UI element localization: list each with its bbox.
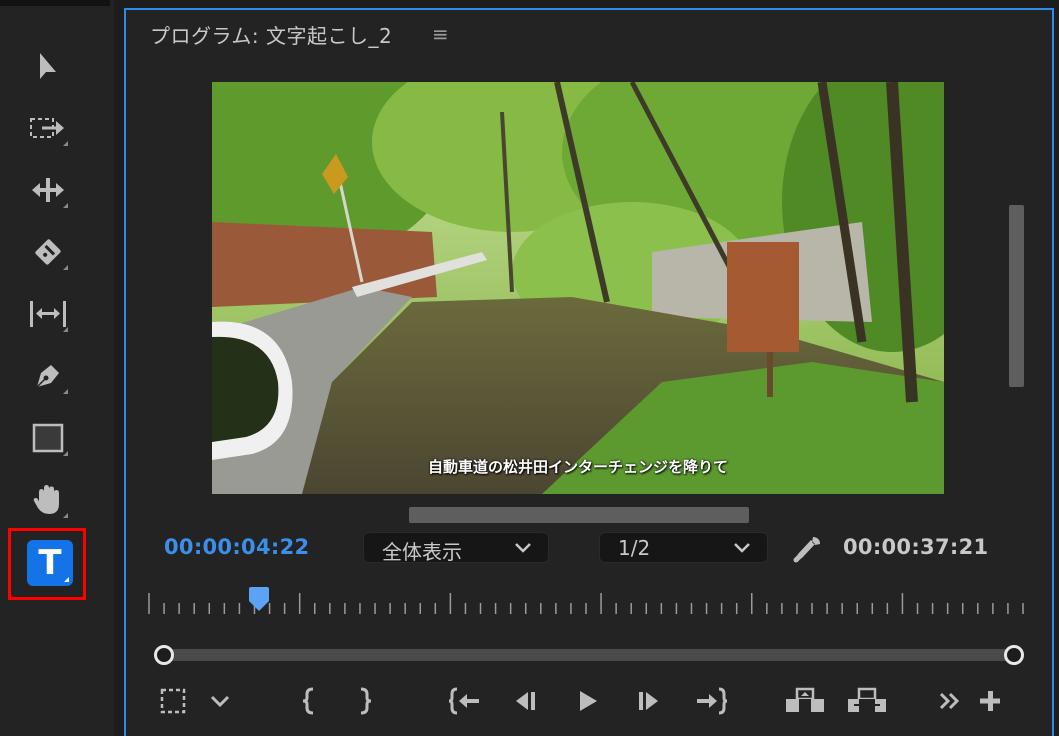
play-icon	[580, 691, 597, 711]
lift-button[interactable]	[784, 684, 826, 718]
slip-icon	[30, 301, 66, 327]
chevron-down-icon	[734, 543, 750, 553]
zoom-handle-right[interactable]	[1004, 645, 1024, 665]
rectangle-icon	[32, 423, 64, 453]
submenu-corner-icon	[63, 203, 68, 208]
playback-resolution-value: 1/2	[618, 536, 651, 560]
submenu-corner-icon	[64, 577, 69, 582]
zoom-level-select[interactable]: 全体表示	[363, 532, 549, 564]
go-to-out-icon	[697, 687, 728, 715]
vertical-scrollbar[interactable]	[1009, 205, 1024, 387]
current-timecode[interactable]: 00:00:04:22	[164, 535, 309, 559]
razor-tool[interactable]	[20, 228, 76, 276]
extract-icon	[848, 687, 886, 712]
track-select-forward-icon	[30, 118, 64, 138]
zoom-handle-left[interactable]	[154, 645, 174, 665]
mark-in-icon	[302, 687, 314, 715]
pen-tool[interactable]	[20, 352, 76, 400]
step-back-icon	[516, 692, 535, 710]
submenu-corner-icon	[63, 389, 68, 394]
lift-icon	[786, 687, 824, 712]
step-forward-button[interactable]	[632, 684, 664, 718]
extract-button[interactable]	[846, 684, 888, 718]
tools-panel-header	[0, 0, 110, 6]
type-tool-icon: T	[38, 543, 62, 583]
pen-icon	[36, 365, 59, 388]
tools-panel: T	[0, 0, 114, 736]
more-controls-button[interactable]	[936, 684, 964, 718]
chevron-down-icon	[515, 543, 531, 553]
step-back-button[interactable]	[510, 684, 542, 718]
zoom-level-value: 全体表示	[382, 540, 462, 564]
wrench-settings-icon[interactable]	[792, 534, 822, 564]
time-ruler[interactable]	[145, 590, 1025, 620]
go-to-in-icon	[448, 687, 479, 715]
subtitle-text: 自動車道の松井田インターチェンジを降りて	[427, 458, 728, 476]
ripple-edit-icon	[32, 178, 64, 202]
playhead[interactable]	[248, 587, 270, 613]
step-forward-icon	[639, 692, 658, 710]
mark-out-button[interactable]	[352, 684, 378, 718]
add-marker-icon	[160, 688, 186, 714]
duration-timecode: 00:00:37:21	[843, 535, 989, 559]
razor-icon	[35, 239, 61, 265]
selection-tool[interactable]	[20, 42, 76, 90]
playback-resolution-select[interactable]: 1/2	[599, 532, 768, 563]
play-button[interactable]	[572, 684, 602, 718]
submenu-corner-icon	[63, 451, 68, 456]
mark-in-button[interactable]	[296, 684, 322, 718]
hand-tool[interactable]	[20, 476, 76, 524]
rectangle-tool[interactable]	[20, 414, 76, 462]
mark-out-icon	[360, 687, 372, 715]
panel-menu-icon[interactable]: ≡	[432, 22, 449, 46]
more-icon	[939, 692, 960, 710]
video-frame[interactable]: 自動車道の松井田インターチェンジを降りて	[212, 82, 944, 494]
go-to-out-button[interactable]	[694, 684, 730, 718]
add-marker-button[interactable]	[156, 684, 190, 718]
submenu-corner-icon	[63, 265, 68, 270]
submenu-corner-icon	[63, 327, 68, 332]
marker-options-button[interactable]	[206, 684, 234, 718]
add-button-icon	[980, 691, 1000, 711]
type-tool-button[interactable]: T	[27, 540, 73, 586]
forest-road-scene	[212, 82, 944, 494]
panel-title[interactable]: プログラム: 文字起こし_2	[150, 20, 392, 49]
ripple-edit-tool[interactable]	[20, 166, 76, 214]
track-select-tool[interactable]	[20, 104, 76, 152]
slip-tool[interactable]	[20, 290, 76, 338]
timeline-zoom-bar[interactable]	[162, 649, 1014, 661]
submenu-corner-icon	[63, 141, 68, 146]
selection-arrow-icon	[40, 53, 56, 79]
chevron-down-icon	[210, 695, 230, 708]
go-to-in-button[interactable]	[446, 684, 482, 718]
hand-icon	[33, 485, 59, 514]
horizontal-scrollbar[interactable]	[409, 507, 749, 523]
button-editor-button[interactable]	[976, 684, 1004, 718]
submenu-corner-icon	[63, 513, 68, 518]
